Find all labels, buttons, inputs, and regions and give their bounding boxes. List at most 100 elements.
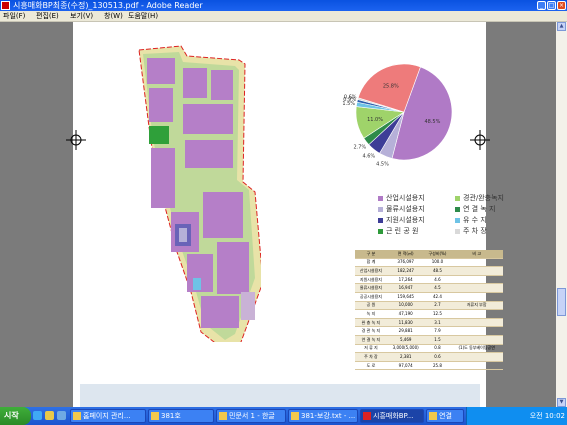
table-cell: 3.1 bbox=[424, 318, 451, 328]
window-title: 시흥매화BP최종(수정)_130513.pdf - Adobe Reader bbox=[13, 1, 203, 10]
table-cell: 주 차 장 bbox=[355, 352, 387, 362]
pie-slice-label: 48.5% bbox=[424, 119, 440, 125]
table-cell: 저류지 부함 bbox=[450, 301, 503, 311]
pdf-app-icon bbox=[1, 1, 10, 10]
legend-label: 유 수 지 bbox=[463, 216, 487, 224]
legend-label: 지원시설용지 bbox=[386, 216, 425, 224]
table-cell bbox=[450, 361, 503, 371]
table-row: 연 결 녹 지 5,469 1.5 bbox=[355, 335, 503, 345]
title-bar: 시흥매화BP최종(수정)_130513.pdf - Adobe Reader _… bbox=[0, 0, 567, 11]
table-cell bbox=[450, 275, 503, 285]
task-button-active[interactable]: 시흥매화BP... bbox=[360, 409, 424, 423]
task-button[interactable]: 381호 bbox=[148, 409, 214, 423]
quicklaunch-desktop-icon[interactable] bbox=[57, 411, 66, 420]
table-row: 산업시설용지 182,247 48.5 bbox=[355, 266, 503, 276]
system-tray: 오전 10:02 bbox=[466, 407, 567, 425]
table-row: 합 계 376,097 100.0 bbox=[355, 258, 503, 268]
table-row: 주 차 장 2,381 0.6 bbox=[355, 352, 503, 362]
table-cell: 3,000(5,000) bbox=[386, 344, 425, 354]
crosshair-mark-right bbox=[470, 130, 490, 150]
menu-help[interactable]: 도움말(H) bbox=[128, 11, 158, 21]
table-cell: 물류시설용지 bbox=[355, 283, 387, 293]
legend-swatch bbox=[455, 195, 460, 201]
table-cell bbox=[450, 335, 503, 345]
table-cell: 42.4 bbox=[424, 292, 451, 302]
task-button[interactable]: 민문서 1 - 한글 bbox=[216, 409, 286, 423]
menu-view[interactable]: 보기(V) bbox=[70, 11, 93, 21]
table-cell: 공공시설용지 bbox=[355, 292, 387, 302]
scroll-up-arrow-icon[interactable]: ▲ bbox=[557, 22, 566, 31]
legend-label: 산업시설용지 bbox=[386, 194, 425, 202]
close-button[interactable]: × bbox=[557, 1, 566, 10]
taskbar: 시작 홈페이지 관리... 381호 민문서 1 - 한글 381-보강.txt… bbox=[0, 407, 567, 425]
legend-item: 산업시설용지 bbox=[378, 193, 425, 203]
quicklaunch-ie-icon[interactable] bbox=[33, 411, 42, 420]
table-cell: 합 계 bbox=[355, 258, 387, 268]
table-cell: 녹 지 bbox=[355, 309, 387, 319]
table-cell: 0.8 bbox=[424, 344, 451, 354]
legend-item: 연 결 녹 지 bbox=[455, 204, 495, 214]
clock: 오전 10:02 bbox=[529, 412, 565, 420]
table-cell bbox=[450, 292, 503, 302]
quicklaunch-folder-icon[interactable] bbox=[45, 411, 54, 420]
table-cell bbox=[450, 283, 503, 293]
table-cell: 경 관 녹 지 bbox=[355, 326, 387, 336]
table-row: 지원시설용지 17,264 4.6 bbox=[355, 275, 503, 285]
menu-file[interactable]: 파일(F) bbox=[3, 11, 25, 21]
pdf-page: 48.5% 4.5% 4.6% 2.7% 11.0% 1.5% 0.9% 0.6% 25.8% … bbox=[73, 22, 504, 407]
pie-slice-label: 4.5% bbox=[376, 162, 389, 168]
network-icon bbox=[429, 412, 437, 420]
legend-item: 근 린 공 원 bbox=[378, 226, 418, 236]
menu-window[interactable]: 창(W) bbox=[104, 11, 123, 21]
table-row: 물류시설용지 16,947 4.5 bbox=[355, 283, 503, 293]
vertical-scrollbar[interactable]: ▲ ▼ bbox=[556, 22, 567, 407]
pie-slice-label: 25.8% bbox=[383, 83, 399, 89]
table-cell bbox=[450, 266, 503, 276]
window-icon bbox=[73, 412, 81, 420]
legend-item: 경관/완충녹지 bbox=[455, 193, 504, 203]
table-cell: 48.5 bbox=[424, 266, 451, 276]
table-cell: 저 류 지 bbox=[355, 344, 387, 354]
table-cell: 지원시설용지 bbox=[355, 275, 387, 285]
table-cell: 376,097 bbox=[386, 258, 425, 268]
legend-swatch bbox=[455, 206, 460, 212]
legend-label: 근 린 공 원 bbox=[386, 227, 419, 235]
table-cell: 182,247 bbox=[386, 266, 425, 276]
table-row: 녹 지 47,190 12.5 bbox=[355, 309, 503, 319]
menu-bar: 파일(F) 편집(E) 보기(V) 창(W) 도움말(H) bbox=[0, 11, 567, 22]
site-plan-map bbox=[138, 45, 261, 342]
table-cell: 2,381 bbox=[386, 352, 425, 362]
legend-label: 주 차 장 bbox=[463, 227, 487, 235]
pie-slice-label: 2.7% bbox=[353, 144, 366, 150]
table-cell: 16,947 bbox=[386, 283, 425, 293]
minimize-button[interactable]: _ bbox=[537, 1, 546, 10]
pie-slice-label: 0.6% bbox=[344, 94, 357, 100]
table-row: 도 로 97,074 25.8 bbox=[355, 361, 503, 371]
legend-item: 유 수 지 bbox=[455, 215, 487, 225]
legend-swatch bbox=[455, 228, 460, 234]
task-button[interactable]: 홈페이지 관리... bbox=[70, 409, 146, 423]
table-cell bbox=[450, 309, 503, 319]
legend-item: 지원시설용지 bbox=[378, 215, 425, 225]
legend-swatch bbox=[378, 228, 383, 234]
legend-swatch bbox=[455, 217, 460, 223]
table-cell: 5,469 bbox=[386, 335, 425, 345]
maximize-button[interactable]: □ bbox=[547, 1, 556, 10]
pie-chart: 48.5%4.5%4.6%2.7%11.0%1.5%0.9%0.6%25.8% bbox=[342, 63, 453, 168]
document-viewer[interactable]: 48.5% 4.5% 4.6% 2.7% 11.0% 1.5% 0.9% 0.6% 25.8% … bbox=[0, 22, 556, 407]
table-row: 저 류 지 3,000(5,000) 0.8 (1)도 동부베이팅공연 bbox=[355, 344, 503, 354]
scroll-down-arrow-icon[interactable]: ▼ bbox=[557, 398, 566, 407]
task-button[interactable]: 연결 bbox=[426, 409, 464, 423]
table-cell: 159,645 bbox=[386, 292, 425, 302]
start-button[interactable]: 시작 bbox=[0, 407, 31, 425]
legend-swatch bbox=[378, 217, 383, 223]
task-button[interactable]: 381-보강.txt - ... bbox=[288, 409, 358, 423]
table-cell: 공 원 bbox=[355, 301, 387, 311]
table-cell: 29,881 bbox=[386, 326, 425, 336]
table-cell bbox=[450, 258, 503, 268]
scroll-thumb[interactable] bbox=[557, 288, 566, 316]
table-cell: 25.8 bbox=[424, 361, 451, 371]
menu-edit[interactable]: 편집(E) bbox=[36, 11, 59, 21]
table-cell: 11,830 bbox=[386, 318, 425, 328]
table-row: 공공시설용지 159,645 42.4 bbox=[355, 292, 503, 302]
